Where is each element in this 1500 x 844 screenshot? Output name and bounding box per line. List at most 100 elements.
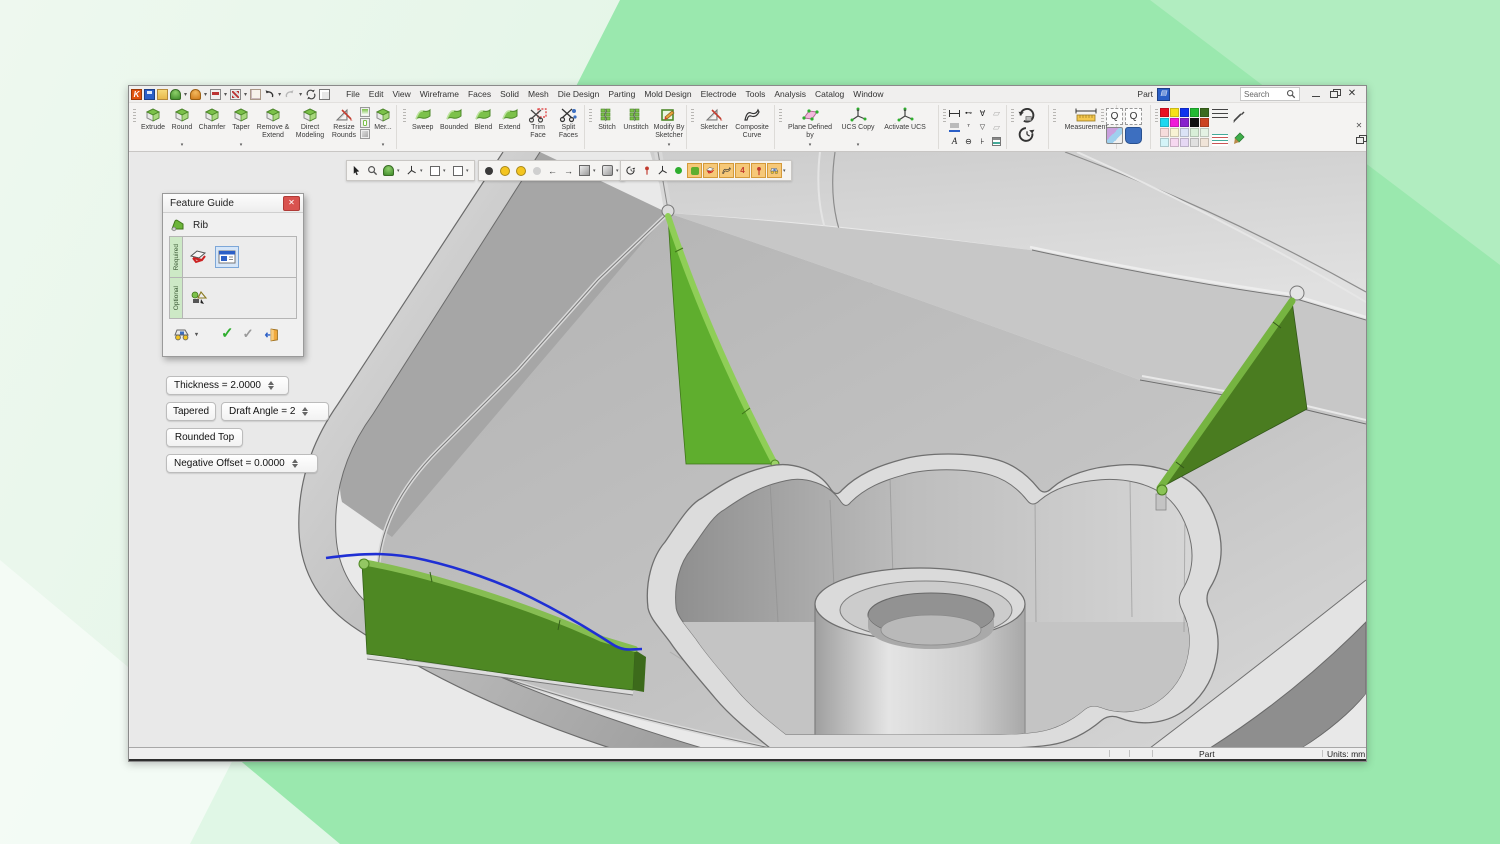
copy-icon[interactable] <box>250 89 261 100</box>
select-profile-step-button[interactable] <box>187 246 211 268</box>
wireframe-toggle[interactable] <box>719 163 734 178</box>
text-tool-icon[interactable]: A <box>948 135 961 148</box>
toolbar-float-icon[interactable] <box>1354 135 1364 143</box>
line-styles-icon[interactable] <box>1212 109 1228 121</box>
tapered-button[interactable]: Tapered <box>166 402 216 421</box>
baseline-dimension-icon[interactable] <box>948 121 961 134</box>
pattern-tool-icon[interactable] <box>230 89 241 100</box>
modify-by-sketcher-button[interactable]: Modify By Sketcher <box>652 105 686 147</box>
thickness-spinner[interactable] <box>268 381 274 390</box>
datum-icon[interactable]: ᐪ <box>962 121 975 134</box>
section-toggle[interactable]: 4 <box>735 163 750 178</box>
dropdown-caret[interactable]: ▾ <box>466 168 472 174</box>
color-swatch[interactable] <box>1180 108 1189 117</box>
dropdown-caret[interactable]: ▾ <box>593 168 599 174</box>
optional-tab[interactable]: Optional <box>170 278 183 318</box>
cylinder-dim-icon[interactable]: ⊦ <box>976 135 989 148</box>
draft-analysis-toggle[interactable] <box>751 163 766 178</box>
triangle-tol-icon[interactable]: ▽ <box>976 121 989 134</box>
merge-button[interactable]: Mer... <box>370 105 396 147</box>
app-logo-icon[interactable]: K <box>131 89 142 100</box>
color-swatch[interactable] <box>1160 118 1169 127</box>
layers-search-icon[interactable] <box>1106 127 1123 144</box>
eyedropper-icon[interactable] <box>1231 109 1246 124</box>
helmet-orange-icon[interactable] <box>190 89 201 100</box>
line-colors-icon[interactable] <box>1212 134 1228 146</box>
color-swatch[interactable] <box>1190 118 1199 127</box>
camera-icon[interactable] <box>600 163 615 178</box>
bounded-button[interactable]: Bounded <box>437 105 470 147</box>
plane-defined-by-button[interactable]: Plane Defined by <box>784 105 836 147</box>
select-sketch-icon[interactable] <box>404 163 419 178</box>
extend-button[interactable]: Extend <box>496 105 523 147</box>
save-icon[interactable] <box>144 89 155 100</box>
rounded-top-button[interactable]: Rounded Top <box>166 428 243 447</box>
blend-button[interactable]: Blend <box>471 105 496 147</box>
3d-viewport[interactable]: ▾ ▾ ▾ ▾ ← → ▾ ▾ 4 ▾ <box>130 152 1366 748</box>
dialog-close-button[interactable]: ✕ <box>283 196 300 211</box>
color-swatch[interactable] <box>1160 108 1169 117</box>
split-faces-button[interactable]: Split Faces <box>553 105 584 147</box>
color-swatch[interactable] <box>1170 118 1179 127</box>
sketcher-button[interactable]: Sketcher <box>696 105 732 147</box>
draft-angle-spinner[interactable] <box>302 407 308 416</box>
toolbar-close-icon[interactable]: ✕ <box>1356 121 1363 130</box>
feature-guide-titlebar[interactable]: Feature Guide ✕ <box>163 194 303 213</box>
mini-cube-icon[interactable] <box>360 129 370 139</box>
open-file-icon[interactable] <box>157 89 168 100</box>
transparency-toggle[interactable] <box>767 163 782 178</box>
dropdown-caret[interactable]: ▾ <box>783 168 789 174</box>
chamfer-button[interactable]: Chamfer <box>196 105 228 147</box>
color-swatch[interactable] <box>1170 128 1179 137</box>
exit-button[interactable] <box>263 327 281 342</box>
color-swatch[interactable] <box>1180 118 1189 127</box>
unstitch-button[interactable]: Unstitch <box>620 105 652 147</box>
paintbrush-icon[interactable] <box>1231 131 1246 146</box>
part-context-icon[interactable]: ▤ <box>1157 88 1170 101</box>
dropdown-caret[interactable]: ▾ <box>397 168 403 174</box>
pan-hand-icon[interactable] <box>1125 127 1142 144</box>
check-flag-icon[interactable]: ∀ <box>976 107 989 120</box>
bulb-off-icon[interactable] <box>481 163 496 178</box>
menu-faces[interactable]: Faces <box>468 89 491 99</box>
menu-window[interactable]: Window <box>853 89 883 99</box>
color-swatch[interactable] <box>1200 138 1209 147</box>
activate-ucs-button[interactable]: Activate UCS <box>880 105 930 147</box>
select-window-icon[interactable] <box>427 163 442 178</box>
sync-icon[interactable] <box>305 89 317 100</box>
rotate-view-icon[interactable] <box>623 163 638 178</box>
menu-wireframe[interactable]: Wireframe <box>420 89 459 99</box>
composite-curve-button[interactable]: Composite Curve <box>732 105 772 147</box>
redo-icon[interactable] <box>284 89 296 100</box>
sweep-button[interactable]: Sweep <box>408 105 437 147</box>
menu-catalog[interactable]: Catalog <box>815 89 844 99</box>
bulb-partial-icon[interactable] <box>513 163 528 178</box>
stitch-button[interactable]: Stitch <box>594 105 620 147</box>
minimize-button[interactable] <box>1310 89 1322 99</box>
optional-entities-button[interactable] <box>187 287 211 309</box>
helmet-green-icon[interactable] <box>170 89 181 100</box>
color-swatch[interactable] <box>1180 128 1189 137</box>
color-swatch[interactable] <box>1190 128 1199 137</box>
view-cube-icon[interactable] <box>577 163 592 178</box>
dropdown-caret[interactable]: ▾ <box>299 91 302 98</box>
back-button[interactable]: ✓ <box>243 328 254 340</box>
mini-shell-icon[interactable] <box>360 118 370 128</box>
menu-mesh[interactable]: Mesh <box>528 89 549 99</box>
ucs-copy-button[interactable]: UCS Copy <box>836 105 880 147</box>
menu-edit[interactable]: Edit <box>369 89 384 99</box>
diameter-icon[interactable]: ⊖ <box>962 135 975 148</box>
zoom-extents-icon[interactable]: Q <box>1125 108 1142 125</box>
negative-offset-button[interactable]: Negative Offset = 0.0000 <box>166 454 318 473</box>
color-swatch[interactable] <box>1200 118 1209 127</box>
taper-button[interactable]: Taper <box>228 105 254 147</box>
color-swatch[interactable] <box>1200 128 1209 137</box>
window-layout-icon[interactable] <box>319 89 330 100</box>
search-box[interactable]: Search <box>1240 87 1300 101</box>
rotate-sync-icon[interactable] <box>1016 107 1038 124</box>
bulb-on-icon[interactable] <box>497 163 512 178</box>
dropdown-caret[interactable]: ▾ <box>204 91 207 98</box>
menu-view[interactable]: View <box>392 89 410 99</box>
axes-icon[interactable] <box>655 163 670 178</box>
select-window2-icon[interactable] <box>450 163 465 178</box>
